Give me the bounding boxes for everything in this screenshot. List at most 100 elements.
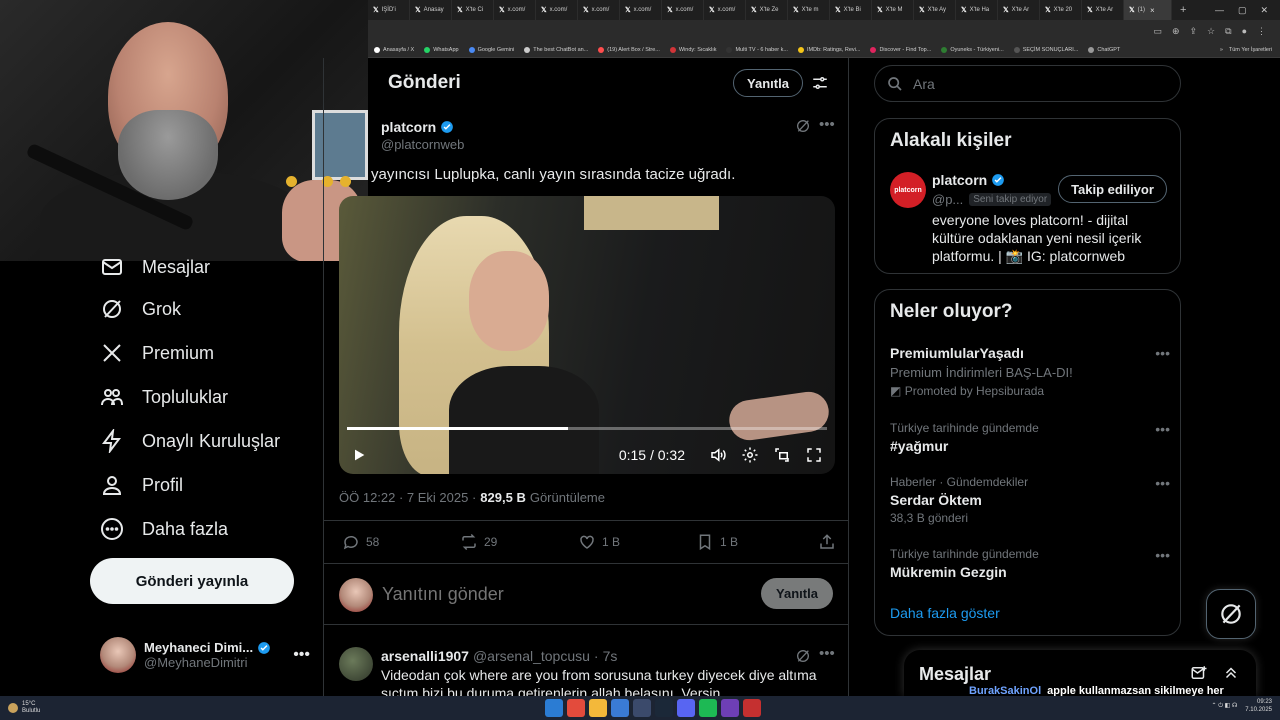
reply-sort-button[interactable]: Yanıtla (733, 69, 803, 97)
browser-tab[interactable]: 𝕏x.com/ (620, 0, 662, 20)
maximize-icon[interactable]: ▢ (1238, 5, 1247, 16)
bookmark-item[interactable]: IMDb: Ratings, Revi... (797, 46, 860, 53)
close-window-icon[interactable]: ✕ (1260, 5, 1268, 16)
app-icon[interactable] (633, 699, 651, 717)
video-player[interactable]: 0:15 / 0:32 (339, 196, 835, 474)
trend-item[interactable]: Türkiye tarihinde gündemde #yağmur ••• (890, 421, 1170, 454)
volume-icon[interactable] (709, 446, 727, 464)
clock[interactable]: 09:23 7.10.2025 (1245, 698, 1272, 714)
more-icon[interactable]: ••• (1155, 421, 1170, 437)
chevron-up-icon[interactable] (1222, 664, 1240, 682)
grok-floating-button[interactable] (1206, 589, 1256, 639)
like-action[interactable]: 1 B (578, 533, 696, 551)
steam-icon[interactable] (655, 699, 673, 717)
profile-icon[interactable]: ● (1242, 26, 1247, 36)
browser-tab[interactable]: 𝕏x.com/ (662, 0, 704, 20)
discord-icon[interactable] (677, 699, 695, 717)
chrome-icon[interactable] (567, 699, 585, 717)
sidebar-item-communities[interactable]: Topluluklar (100, 385, 228, 409)
bookmark-item[interactable]: The best ChatBot an... (524, 46, 588, 53)
tweet-author[interactable]: platcorn @platcornweb (381, 119, 464, 152)
bookmark-item[interactable]: SEÇİM SONUÇLARI... (1013, 46, 1078, 53)
video-progress-bar[interactable] (347, 427, 827, 430)
sidebar-item-premium[interactable]: Premium (100, 341, 214, 365)
settings-gear-icon[interactable] (741, 446, 759, 464)
bookmarks-overflow[interactable]: » (1220, 47, 1223, 53)
bookmark-item[interactable]: WhatsApp (424, 46, 459, 53)
related-user-name[interactable]: platcorn (932, 172, 1005, 188)
play-icon[interactable] (351, 447, 367, 463)
more-icon[interactable]: ••• (819, 645, 835, 662)
author-name[interactable]: arsenalli1907 (381, 648, 469, 664)
bookmark-item[interactable]: Oyuneks - Türkiyeni... (941, 46, 1004, 53)
bookmark-item[interactable]: Anasayfa / X (374, 46, 414, 53)
repost-action[interactable]: 29 (460, 533, 578, 551)
search-input[interactable] (913, 75, 1163, 92)
more-icon[interactable]: ••• (1155, 345, 1170, 361)
bookmark-action[interactable]: 1 B (696, 533, 814, 551)
pip-icon[interactable] (773, 446, 791, 464)
browser-tab[interactable]: 𝕏 X'te Bi (830, 0, 872, 20)
app-icon[interactable] (611, 699, 629, 717)
bookmark-star-icon[interactable]: ☆ (1207, 26, 1215, 37)
new-tab-icon[interactable]: + (1172, 4, 1194, 16)
trend-item[interactable]: Türkiye tarihinde gündemde Mükremin Gezg… (890, 547, 1170, 580)
app-icon[interactable] (721, 699, 739, 717)
browser-tab[interactable]: 𝕏 X'te m (788, 0, 830, 20)
browser-tab[interactable]: 𝕏 IŞİD'i (368, 0, 410, 20)
cast-icon[interactable]: ▭ (1153, 26, 1162, 37)
post-button[interactable]: Gönderi yayınla (90, 558, 294, 604)
new-message-icon[interactable] (1190, 664, 1208, 682)
browser-tab[interactable]: 𝕏 X'te Ze (746, 0, 788, 20)
bookmark-item[interactable]: (19) Alert Box / Stre... (598, 46, 660, 53)
bookmark-item[interactable]: Google Gemini (468, 46, 514, 53)
weather-widget[interactable]: 15°C Bulutlu (0, 701, 40, 715)
search-box[interactable] (874, 65, 1181, 102)
show-more-link[interactable]: Daha fazla göster (890, 605, 1000, 621)
sidebar-item-verified-orgs[interactable]: Onaylı Kuruluşlar (100, 429, 280, 453)
browser-tab[interactable]: 𝕏x.com/ (494, 0, 536, 20)
bookmark-item[interactable]: Discover - Find Top... (870, 46, 931, 53)
sidebar-item-more[interactable]: Daha fazla (100, 517, 228, 541)
browser-menu-icon[interactable]: ⋮ (1257, 26, 1266, 37)
more-icon[interactable]: ••• (819, 116, 835, 133)
browser-tab[interactable]: 𝕏 X'te 20 (1040, 0, 1082, 20)
reply-tweet[interactable]: arsenalli1907 @arsenal_topcusu · 7s ••• … (324, 637, 848, 696)
browser-tab[interactable]: 𝕏x.com/ (578, 0, 620, 20)
browser-tab[interactable]: 𝕏x.com/ (536, 0, 578, 20)
more-icon[interactable]: ••• (1155, 475, 1170, 491)
tray-icons[interactable]: ⌃ ⏻ ◧ ☊ (1212, 702, 1238, 710)
app-icon[interactable] (743, 699, 761, 717)
share-page-icon[interactable]: ⇪ (1190, 26, 1198, 37)
more-icon[interactable]: ••• (1155, 547, 1170, 563)
browser-tab[interactable]: 𝕏 X'te Ay (914, 0, 956, 20)
grok-icon[interactable] (795, 648, 811, 664)
extensions-icon[interactable]: ⧉ (1225, 26, 1231, 37)
browser-tab[interactable]: 𝕏 Anasay (410, 0, 452, 20)
browser-tab[interactable]: 𝕏 X'te Ar (998, 0, 1040, 20)
share-icon[interactable] (818, 533, 836, 551)
bookmark-item[interactable]: Windy: Sıcaklık (669, 46, 716, 53)
sidebar-item-profile[interactable]: Profil (100, 473, 183, 497)
browser-tab[interactable]: 𝕏 X'te Ci (452, 0, 494, 20)
avatar[interactable] (339, 647, 373, 681)
minimize-icon[interactable]: — (1215, 5, 1224, 16)
browser-tab-active[interactable]: 𝕏 (1) × (1124, 0, 1172, 20)
browser-tab[interactable]: 𝕏 X'te Ha (956, 0, 998, 20)
following-button[interactable]: Takip ediliyor (1058, 175, 1167, 203)
reply-action[interactable]: 58 (342, 533, 460, 551)
trend-item[interactable]: Haberler · Gündemdekiler Serdar Öktem 38… (890, 475, 1170, 525)
zoom-icon[interactable]: ⊕ (1172, 26, 1180, 37)
account-switcher[interactable]: Meyhaneci Dimi... @MeyhaneDimitri ••• (100, 633, 310, 677)
avatar[interactable]: platcorn (890, 172, 926, 208)
fullscreen-icon[interactable] (805, 446, 823, 464)
all-bookmarks-folder[interactable]: Tüm Yer İşaretleri (1229, 47, 1272, 53)
spotify-icon[interactable] (699, 699, 717, 717)
bookmark-item[interactable]: ChatGPT (1088, 46, 1120, 53)
folder-icon[interactable] (589, 699, 607, 717)
reply-submit-button[interactable]: Yanıtla (761, 578, 833, 609)
reply-input[interactable] (382, 584, 742, 605)
close-icon[interactable]: × (1150, 6, 1155, 15)
browser-tab[interactable]: 𝕏 X'te M (872, 0, 914, 20)
browser-tab[interactable]: 𝕏 X'te Ar (1082, 0, 1124, 20)
